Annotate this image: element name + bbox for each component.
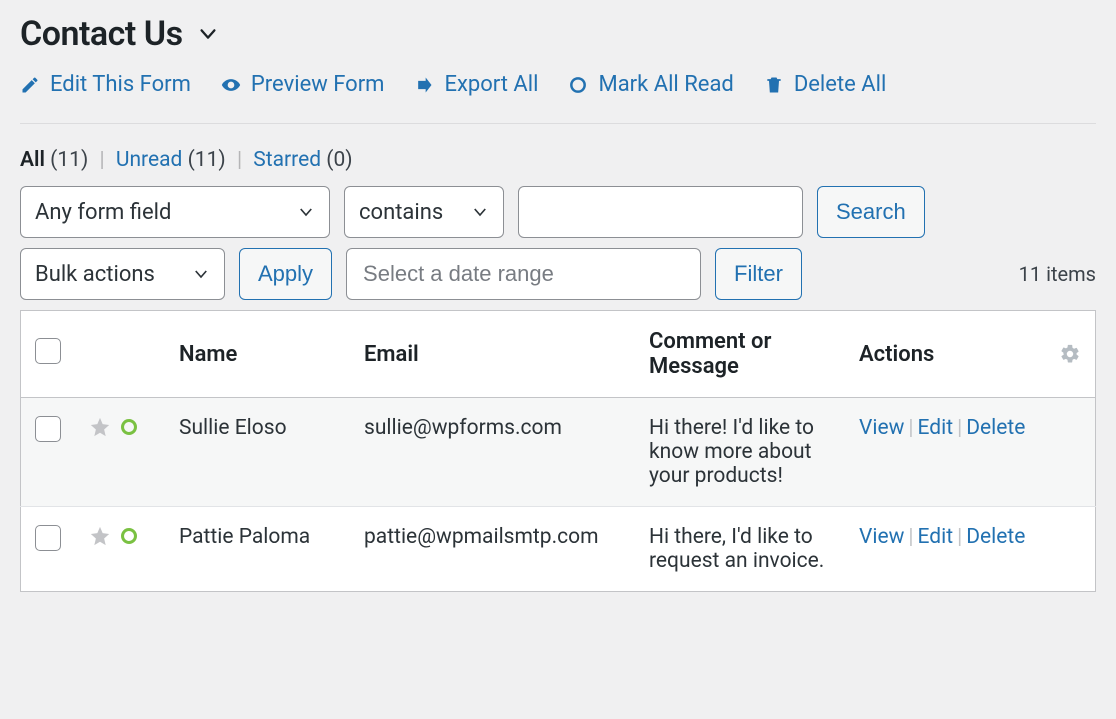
- cell-name: Pattie Paloma: [165, 507, 350, 592]
- search-input-field[interactable]: [533, 198, 788, 226]
- tab-starred-count: (0): [326, 148, 352, 172]
- view-link[interactable]: View: [859, 525, 904, 549]
- mark-all-read-link[interactable]: Mark All Read: [568, 72, 733, 97]
- unread-indicator-icon[interactable]: [121, 419, 137, 435]
- cell-message: Hi there! I'd like to know more about yo…: [635, 398, 845, 507]
- tab-separator: |: [237, 148, 242, 172]
- bulk-actions-value: Bulk actions: [35, 262, 155, 287]
- row-checkbox[interactable]: [35, 416, 61, 442]
- gear-icon[interactable]: [1059, 343, 1081, 365]
- delete-all-label: Delete All: [794, 72, 887, 97]
- tab-unread-count: (11): [188, 148, 226, 172]
- chevron-down-icon: [471, 203, 489, 221]
- cell-email: pattie@wpmailsmtp.com: [350, 507, 635, 592]
- column-name[interactable]: Name: [165, 311, 350, 398]
- entries-table: Name Email Comment or Message Actions Su…: [20, 310, 1096, 592]
- preview-form-link[interactable]: Preview Form: [221, 72, 385, 97]
- cell-actions: View|Edit|Delete: [845, 398, 1096, 507]
- view-link[interactable]: View: [859, 416, 904, 440]
- circle-icon: [568, 75, 588, 95]
- cell-message: Hi there, I'd like to request an invoice…: [635, 507, 845, 592]
- tab-all[interactable]: All (11): [20, 148, 93, 172]
- chevron-down-icon: [192, 265, 210, 283]
- delete-all-link[interactable]: Delete All: [764, 72, 887, 97]
- tab-all-count: (11): [50, 148, 88, 172]
- unread-indicator-icon[interactable]: [121, 528, 137, 544]
- column-email[interactable]: Email: [350, 311, 635, 398]
- date-range-input[interactable]: [346, 248, 701, 300]
- export-icon: [414, 75, 434, 95]
- edit-link[interactable]: Edit: [918, 525, 954, 549]
- row-checkbox[interactable]: [35, 525, 61, 551]
- tab-unread-label: Unread: [116, 148, 183, 172]
- export-all-link[interactable]: Export All: [414, 72, 538, 97]
- eye-icon: [221, 75, 241, 95]
- delete-link[interactable]: Delete: [966, 525, 1025, 549]
- export-all-label: Export All: [444, 72, 538, 97]
- column-actions: Actions: [845, 311, 1045, 398]
- select-all-checkbox[interactable]: [35, 338, 61, 364]
- edit-form-label: Edit This Form: [50, 72, 191, 97]
- tab-unread[interactable]: Unread (11): [116, 148, 231, 172]
- tab-all-label: All: [20, 148, 45, 172]
- trash-icon: [764, 75, 784, 95]
- date-range-field[interactable]: [361, 260, 686, 288]
- form-action-links: Edit This Form Preview Form Export All M…: [20, 72, 1096, 124]
- column-message[interactable]: Comment or Message: [635, 311, 845, 398]
- mark-all-read-label: Mark All Read: [598, 72, 733, 97]
- table-header-row: Name Email Comment or Message Actions: [21, 311, 1096, 398]
- chevron-down-icon: [297, 203, 315, 221]
- entry-filter-tabs: All (11) | Unread (11) | Starred (0): [20, 148, 1096, 172]
- filter-button[interactable]: Filter: [715, 248, 802, 300]
- delete-link[interactable]: Delete: [966, 416, 1025, 440]
- search-input[interactable]: [518, 186, 803, 238]
- cell-actions: View|Edit|Delete: [845, 507, 1096, 592]
- cell-name: Sullie Eloso: [165, 398, 350, 507]
- items-count: 11 items: [1019, 262, 1096, 286]
- tab-separator: |: [99, 148, 104, 172]
- edit-form-link[interactable]: Edit This Form: [20, 72, 191, 97]
- operator-select[interactable]: contains: [344, 186, 504, 238]
- page-title[interactable]: Contact Us: [20, 14, 183, 54]
- tab-starred[interactable]: Starred (0): [253, 148, 352, 172]
- pencil-icon: [20, 75, 40, 95]
- star-icon[interactable]: [89, 525, 111, 547]
- apply-button[interactable]: Apply: [239, 248, 332, 300]
- table-row: Pattie Paloma pattie@wpmailsmtp.com Hi t…: [21, 507, 1096, 592]
- edit-link[interactable]: Edit: [918, 416, 954, 440]
- operator-select-value: contains: [359, 200, 443, 225]
- search-button[interactable]: Search: [817, 186, 925, 238]
- bulk-actions-select[interactable]: Bulk actions: [20, 248, 225, 300]
- cell-email: sullie@wpforms.com: [350, 398, 635, 507]
- field-select-value: Any form field: [35, 200, 171, 225]
- chevron-down-icon[interactable]: [197, 23, 219, 45]
- star-icon[interactable]: [89, 416, 111, 438]
- tab-starred-label: Starred: [253, 148, 321, 172]
- field-select[interactable]: Any form field: [20, 186, 330, 238]
- table-row: Sullie Eloso sullie@wpforms.com Hi there…: [21, 398, 1096, 507]
- preview-form-label: Preview Form: [251, 72, 385, 97]
